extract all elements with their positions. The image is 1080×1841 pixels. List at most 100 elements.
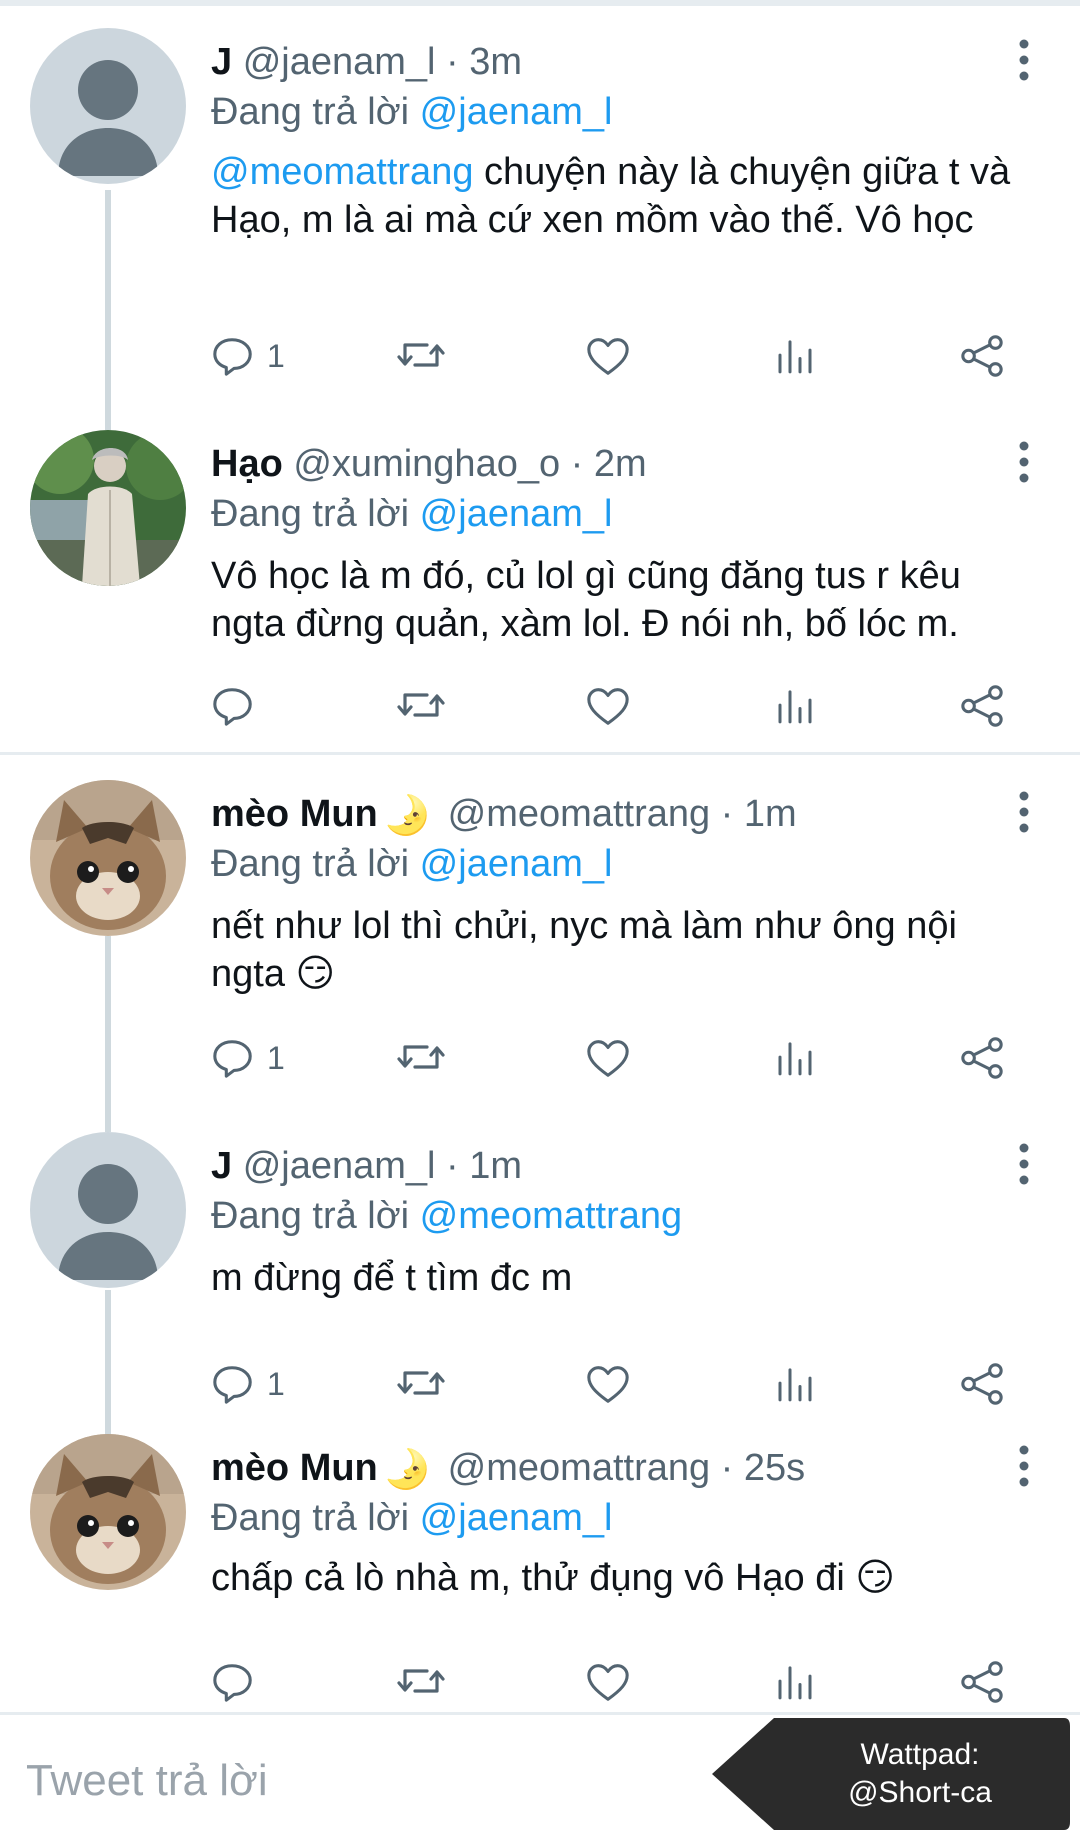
share-button[interactable]	[959, 1656, 1005, 1708]
replying-to-label: Đang trả lời	[211, 493, 420, 535]
retweet-icon	[397, 693, 445, 717]
heart-icon	[587, 1366, 629, 1403]
reply-count: 1	[267, 1365, 285, 1402]
reply-button[interactable]	[211, 680, 267, 732]
share-button[interactable]	[959, 680, 1005, 732]
tweet[interactable]: J @jaenam_l · 3m Đang trả lời @jaenam_l …	[0, 28, 1080, 388]
more-options-icon[interactable]	[1018, 38, 1030, 82]
replying-to-label: Đang trả lời	[211, 1497, 420, 1539]
share-button[interactable]	[959, 330, 1005, 382]
retweet-button[interactable]	[396, 1656, 446, 1708]
like-button[interactable]	[585, 680, 631, 732]
avatar-default[interactable]	[30, 28, 186, 184]
retweet-icon	[397, 343, 445, 367]
reply-button[interactable]: 1	[211, 1032, 285, 1084]
heart-icon	[587, 688, 629, 725]
replying-to-label: Đang trả lời	[211, 91, 420, 133]
avatar-photo[interactable]	[30, 430, 186, 586]
retweet-button[interactable]	[396, 1032, 446, 1084]
replying-to-mention[interactable]: @jaenam_l	[420, 493, 613, 535]
replying-to: Đang trả lời @jaenam_l	[211, 488, 612, 540]
share-icon	[961, 1037, 1003, 1079]
retweet-button[interactable]	[396, 680, 446, 732]
retweet-icon	[397, 1045, 445, 1069]
watermark-line1: Wattpad:	[860, 1738, 980, 1771]
display-name[interactable]: mèo Mun	[211, 793, 378, 835]
reply-icon	[213, 688, 252, 726]
handle-and-time[interactable]: @meomattrang · 1m	[448, 793, 797, 835]
tweet-header: mèo Mun 🌛 @meomattrang · 1m	[211, 786, 797, 842]
tweet-header: J @jaenam_l · 1m	[211, 1138, 522, 1194]
reply-button[interactable]: 1	[211, 1358, 285, 1410]
tweet[interactable]: mèo Mun 🌛 @meomattrang · 1m Đang trả lời …	[0, 780, 1080, 1110]
avatar-default[interactable]	[30, 1132, 186, 1288]
reply-button[interactable]	[211, 1656, 267, 1708]
reply-input[interactable]	[24, 1745, 588, 1817]
retweet-icon	[397, 1669, 445, 1693]
tweet-text: chấp cả lò nhà m, thử đụng vô Hạo đi 😏	[211, 1557, 895, 1599]
analytics-button[interactable]	[775, 1032, 815, 1084]
share-button[interactable]	[959, 1358, 1005, 1410]
tweet-actions: 1	[211, 330, 1011, 382]
display-name[interactable]: Hạo	[211, 443, 283, 485]
heart-icon	[587, 1040, 629, 1077]
like-button[interactable]	[585, 1032, 631, 1084]
tweet-header: mèo Mun 🌛 @meomattrang · 25s	[211, 1440, 805, 1496]
retweet-button[interactable]	[396, 330, 446, 382]
reply-icon	[213, 338, 252, 376]
share-icon	[961, 1363, 1003, 1405]
replying-to: Đang trả lời @meomattrang	[211, 1190, 682, 1242]
analytics-button[interactable]	[775, 330, 815, 382]
replying-to-mention[interactable]: @jaenam_l	[420, 1497, 613, 1539]
replying-to: Đang trả lời @jaenam_l	[211, 86, 612, 138]
tweet-text: @meomattrang chuyện này là chuyện giữa t…	[211, 148, 1041, 244]
tweet[interactable]: Hạo @xuminghao_o · 2m Đang trả lời @jaen…	[0, 430, 1080, 750]
retweet-button[interactable]	[396, 1358, 446, 1410]
analytics-button[interactable]	[775, 1358, 815, 1410]
tweet[interactable]: J @jaenam_l · 1m Đang trả lời @meomattra…	[0, 1132, 1080, 1432]
share-button[interactable]	[959, 1032, 1005, 1084]
display-name[interactable]: mèo Mun	[211, 1447, 378, 1489]
replying-to-mention[interactable]: @meomattrang	[420, 1195, 682, 1237]
like-button[interactable]	[585, 1656, 631, 1708]
analytics-button[interactable]	[775, 680, 815, 732]
watermark-line2: @Short-ca	[848, 1776, 992, 1809]
reply-icon	[213, 1366, 252, 1404]
more-options-icon[interactable]	[1018, 790, 1030, 834]
display-name[interactable]: J	[211, 41, 232, 83]
replying-to-mention[interactable]: @jaenam_l	[420, 91, 613, 133]
more-options-icon[interactable]	[1018, 440, 1030, 484]
avatar-kitten[interactable]	[30, 780, 186, 936]
more-options-icon[interactable]	[1018, 1142, 1030, 1186]
avatar-kitten[interactable]	[30, 1434, 186, 1590]
top-divider	[0, 0, 1080, 6]
reply-button[interactable]: 1	[211, 330, 285, 382]
tweet-mention[interactable]: @meomattrang	[211, 151, 473, 193]
like-button[interactable]	[585, 1358, 631, 1410]
more-options-icon[interactable]	[1018, 1444, 1030, 1488]
moon-emoji: 🌛	[383, 794, 432, 837]
tweet-divider	[0, 752, 1080, 755]
share-icon	[961, 1661, 1003, 1703]
tweet-actions: 1	[211, 1032, 1011, 1084]
tweet[interactable]: mèo Mun 🌛 @meomattrang · 25s Đang trả lời…	[0, 1434, 1080, 1712]
handle-and-time[interactable]: @meomattrang · 25s	[448, 1447, 806, 1489]
replying-to-mention[interactable]: @jaenam_l	[420, 843, 613, 885]
handle-and-time[interactable]: @jaenam_l · 3m	[243, 41, 522, 83]
moon-emoji: 🌛	[383, 1448, 432, 1491]
handle-and-time[interactable]: @xuminghao_o · 2m	[293, 443, 646, 485]
analytics-icon	[778, 1042, 812, 1076]
handle-and-time[interactable]: @jaenam_l · 1m	[243, 1145, 522, 1187]
heart-icon	[587, 1664, 629, 1701]
reply-count: 1	[267, 1039, 285, 1076]
reply-icon	[213, 1040, 252, 1078]
reply-icon	[213, 1664, 252, 1702]
tweet-text: m đừng để t tìm đc m	[211, 1257, 573, 1299]
analytics-button[interactable]	[775, 1656, 815, 1708]
tweet-text: nết như lol thì chửi, nyc mà làm như ông…	[211, 905, 957, 995]
like-button[interactable]	[585, 330, 631, 382]
tweet-actions: 1	[211, 1358, 1011, 1410]
reply-count: 1	[267, 337, 285, 374]
analytics-icon	[778, 340, 812, 374]
display-name[interactable]: J	[211, 1145, 232, 1187]
